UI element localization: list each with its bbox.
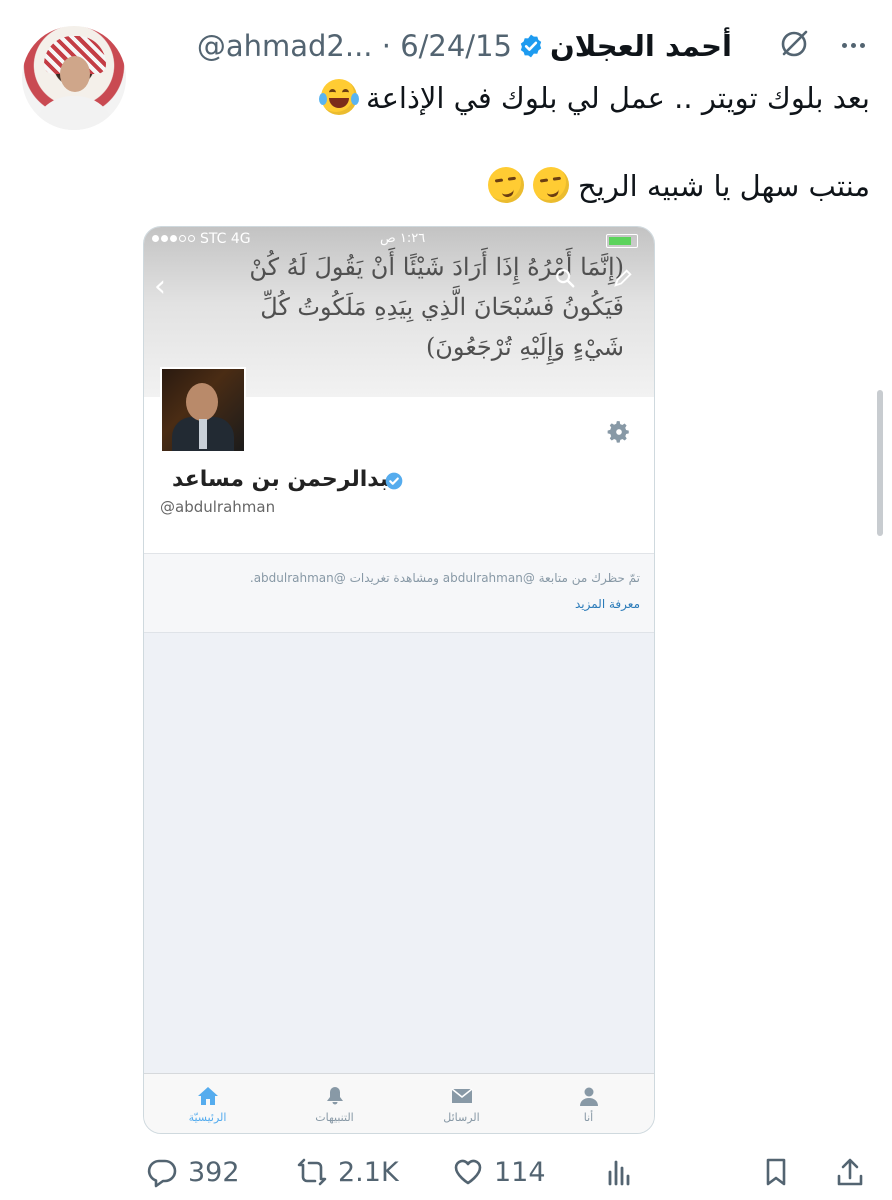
carrier-label: STC 4G [200, 231, 251, 247]
grok-icon[interactable] [776, 26, 812, 62]
learn-more-link: معرفة المزيد [574, 597, 640, 611]
verified-badge-icon [385, 472, 403, 490]
block-notice-box [144, 554, 654, 632]
tab-home-label: الرئيسيّة [188, 1110, 227, 1124]
tweet-text-line-1: بعد بلوك تويتر .. عمل لي بلوك في الإذاعة [50, 78, 870, 118]
share-icon [837, 1158, 863, 1186]
tweet-meta: @ahmad2... · 6/24/15 [197, 29, 512, 63]
scrollbar[interactable] [877, 390, 883, 536]
tweet-header: أحمد العجلان @ahmad2... · 6/24/15 [197, 26, 732, 66]
banner-verse-text: (إِنَّمَا أَمْرُهُ إِذَا أَرَادَ شَيْئًا… [249, 253, 624, 361]
reply-icon [147, 1159, 177, 1188]
meta-separator: · [381, 29, 391, 63]
battery-icon [606, 234, 638, 248]
tab-notifications-label: التنبيهات [315, 1110, 354, 1124]
tab-notifications: التنبيهات [271, 1074, 398, 1133]
profile-picture [160, 367, 246, 453]
face-with-tears-of-joy-icon [318, 79, 359, 115]
gear-icon [607, 421, 629, 443]
tweet-text-line-2: منتب سهل يا شبيه الريح [50, 166, 870, 206]
attached-image[interactable]: STC 4G ١:٢٦ ص (إِنَّمَا أَمْرُهُ إِذَا أ… [143, 226, 655, 1134]
retweet-button[interactable]: 2.1K [296, 1150, 399, 1194]
signal-strength-icon [152, 235, 195, 242]
tab-me-label: أنا [583, 1110, 594, 1124]
bookmark-button[interactable] [760, 1150, 792, 1194]
like-count: 114 [494, 1156, 546, 1188]
heart-icon [454, 1159, 482, 1185]
tab-messages: الرسائل [398, 1074, 525, 1133]
smirking-face-icon [487, 167, 524, 203]
tab-me: أنا [525, 1074, 652, 1133]
tab-home: الرئيسيّة [144, 1074, 271, 1133]
tweet-line-2-text: منتب سهل يا شبيه الريح [578, 169, 870, 203]
tab-messages-label: الرسائل [443, 1110, 480, 1124]
verified-badge-icon [520, 34, 542, 58]
status-clock: ١:٢٦ ص [380, 231, 426, 246]
person-icon [579, 1087, 598, 1106]
home-icon [197, 1086, 218, 1105]
tweet-date[interactable]: 6/24/15 [400, 29, 512, 63]
retweet-icon [297, 1158, 327, 1186]
author-handle[interactable]: @ahmad2... [197, 29, 373, 63]
search-icon [556, 269, 575, 288]
share-button[interactable] [834, 1150, 866, 1194]
reply-button[interactable]: 392 [146, 1150, 240, 1194]
smirking-face-icon [532, 167, 569, 203]
bell-icon [326, 1086, 343, 1104]
envelope-icon [451, 1087, 472, 1103]
tweet-line-1-text: بعد بلوك تويتر .. عمل لي بلوك في الإذاعة [366, 81, 870, 115]
bookmark-icon [766, 1158, 786, 1186]
divider [144, 632, 654, 633]
reply-count: 392 [188, 1156, 240, 1188]
more-options-icon[interactable] [835, 30, 871, 60]
views-button[interactable] [604, 1150, 636, 1194]
analytics-icon [608, 1160, 630, 1186]
compose-icon [614, 269, 632, 287]
block-notice-text: تمّ حظرك من متابعة @abdulrahman ومشاهدة … [249, 571, 640, 585]
profile-handle: @abdulrahman [160, 498, 276, 516]
profile-name: عبدالرحمن بن مساعد [172, 467, 404, 492]
back-chevron-icon: ‹ [154, 269, 166, 304]
retweet-count: 2.1K [338, 1156, 399, 1188]
like-button[interactable]: 114 [452, 1150, 546, 1194]
author-name[interactable]: أحمد العجلان [550, 29, 732, 63]
phone-tab-bar: الرئيسيّة التنبيهات الرسائل أنا [144, 1073, 654, 1133]
